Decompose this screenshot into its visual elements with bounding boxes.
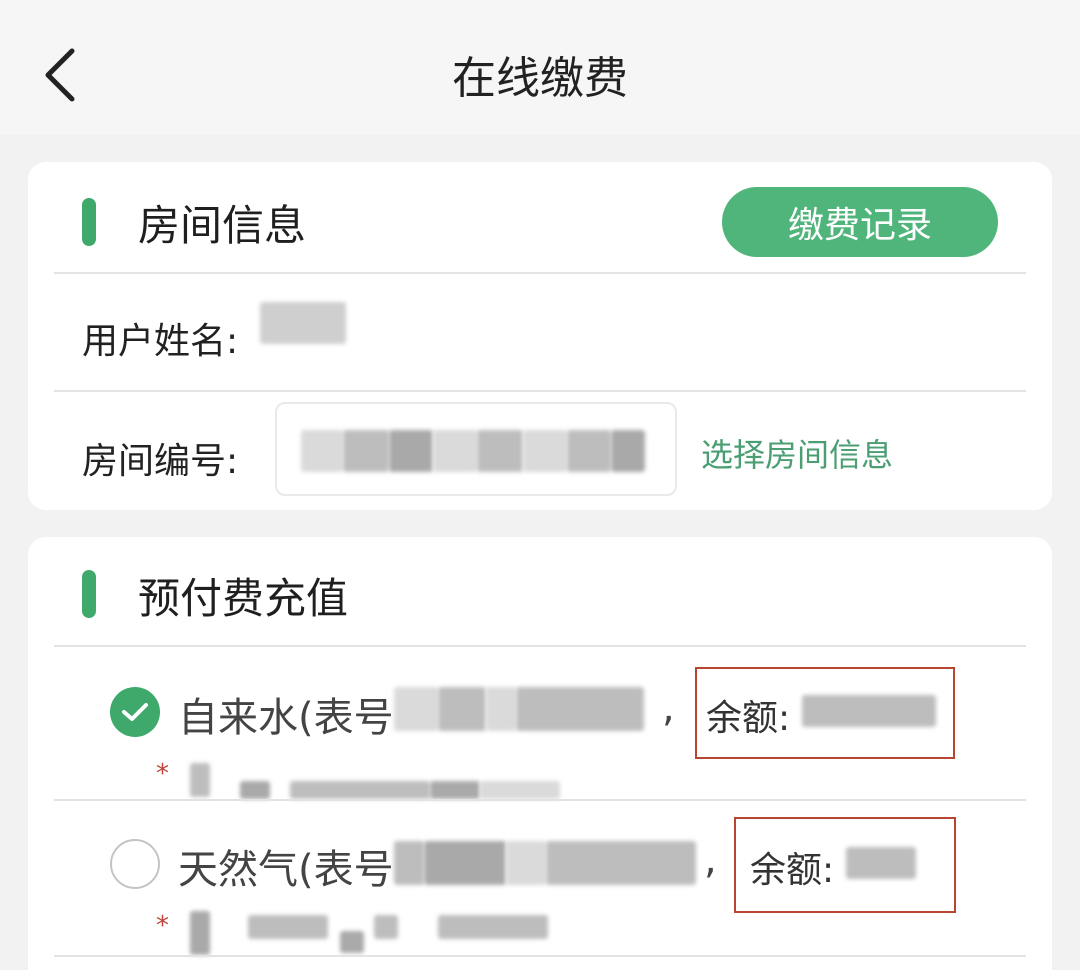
divider — [54, 272, 1026, 274]
redacted-block — [343, 430, 389, 472]
room-number-label: 房间编号: — [82, 441, 239, 482]
redacted-block — [424, 841, 506, 885]
redacted-block — [480, 781, 560, 799]
redacted-block — [438, 915, 548, 939]
divider — [54, 955, 1026, 957]
redacted-block — [240, 781, 270, 799]
prepay-card: 预付费充值 自来水(表号 , 余额: * 天然气(表号 , 余额: * — [28, 537, 1052, 970]
redacted-block — [340, 931, 364, 953]
redacted-block — [477, 430, 523, 472]
section-accent-bar — [82, 570, 96, 618]
redacted-block — [301, 430, 343, 472]
gas-note-mark: * — [156, 911, 169, 941]
gas-radio-unchecked[interactable] — [110, 839, 160, 889]
redacted-block — [248, 915, 328, 939]
redacted-block — [506, 841, 546, 885]
redacted-block — [438, 687, 486, 731]
redacted-block — [389, 430, 433, 472]
gas-separator: , — [704, 837, 717, 883]
redacted-block — [190, 763, 210, 797]
divider — [54, 390, 1026, 392]
gas-balance-label: 余额: — [750, 850, 835, 891]
payment-records-button[interactable]: 缴费记录 — [722, 187, 998, 257]
redacted-block — [290, 781, 430, 799]
divider — [54, 799, 1026, 801]
page-title: 在线缴费 — [452, 53, 628, 104]
user-name-label: 用户姓名: — [82, 321, 239, 362]
divider — [54, 645, 1026, 647]
gas-meter-label: 天然气(表号 — [178, 847, 394, 893]
redacted-block — [430, 781, 480, 799]
water-balance-value-redacted — [802, 695, 936, 727]
redacted-block — [523, 430, 567, 472]
redacted-block — [394, 687, 438, 731]
redacted-block — [374, 915, 398, 939]
redacted-block — [546, 841, 696, 885]
top-nav-bar: 在线缴费 — [0, 0, 1080, 135]
room-info-title: 房间信息 — [138, 201, 307, 250]
prepay-title: 预付费充值 — [138, 574, 349, 623]
redacted-block — [486, 687, 516, 731]
room-number-field[interactable] — [275, 402, 677, 496]
redacted-block — [394, 841, 424, 885]
room-info-card: 房间信息 缴费记录 用户姓名: 房间编号: 选择房间信息 — [28, 162, 1052, 510]
water-radio-checked[interactable] — [110, 687, 160, 737]
gas-balance-value-redacted — [846, 847, 916, 879]
redacted-block — [567, 430, 611, 472]
user-name-value-redacted — [260, 302, 346, 344]
water-meter-label: 自来水(表号 — [178, 695, 394, 741]
section-accent-bar — [82, 198, 96, 246]
water-note-mark: * — [156, 759, 169, 789]
check-icon — [122, 703, 148, 721]
redacted-block — [433, 430, 477, 472]
redacted-block — [516, 687, 644, 731]
water-balance-label: 余额: — [706, 698, 791, 739]
water-separator: , — [662, 685, 675, 731]
redacted-block — [190, 911, 210, 955]
redacted-block — [611, 430, 645, 472]
select-room-link[interactable]: 选择房间信息 — [701, 430, 893, 476]
